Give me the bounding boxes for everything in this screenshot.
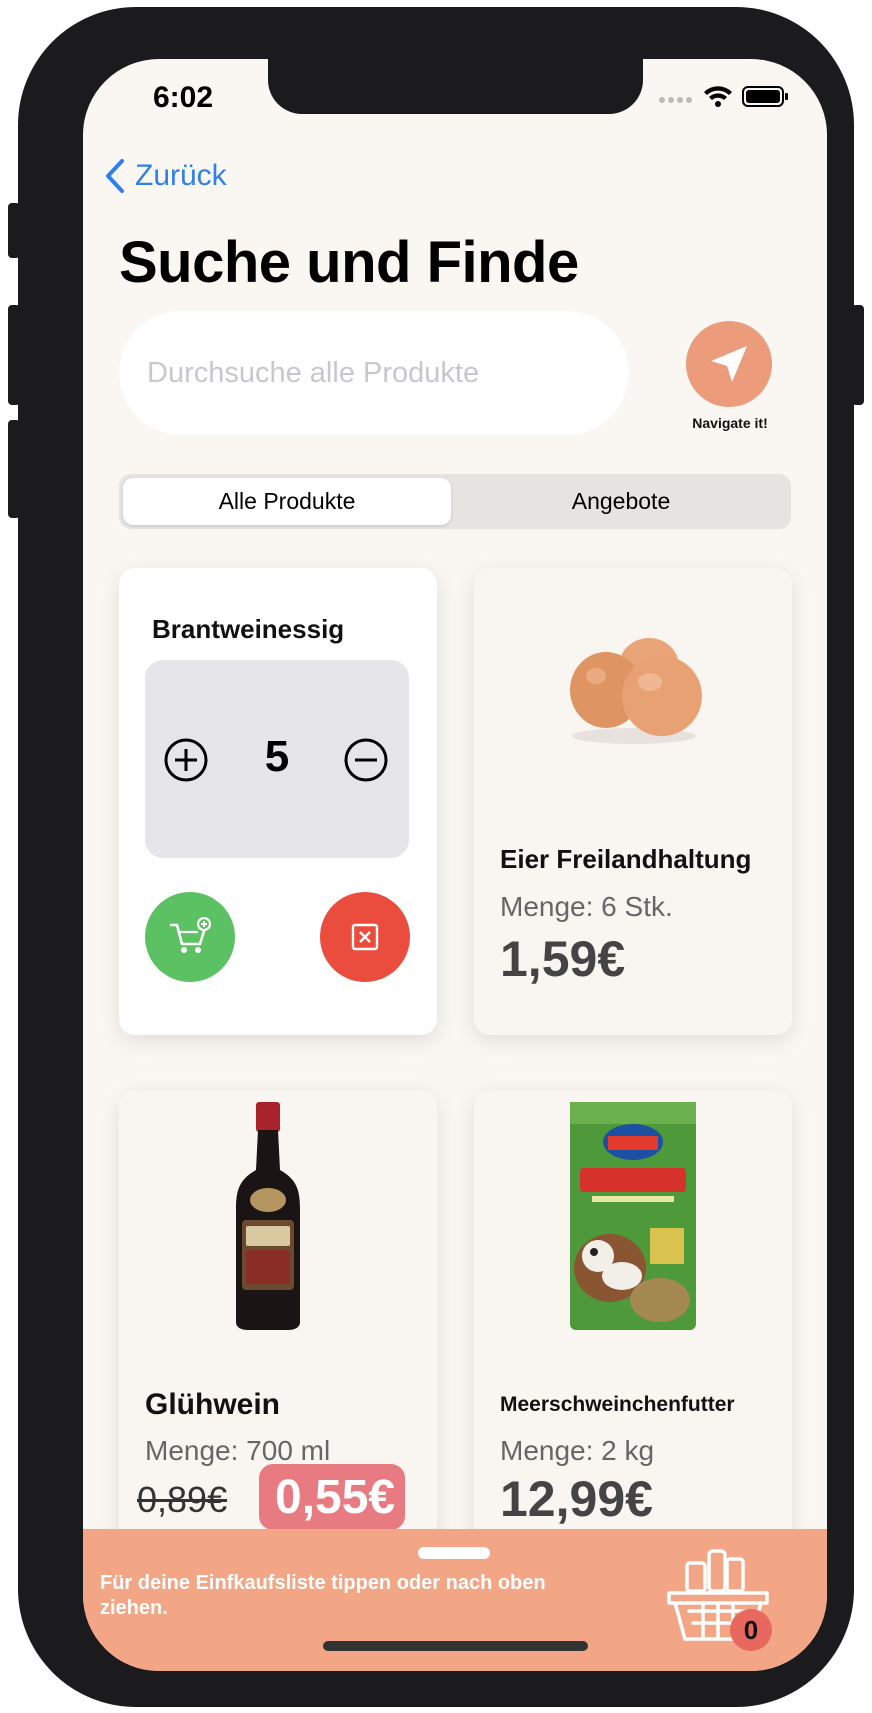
product-name: Eier Freilandhaltung — [500, 844, 752, 874]
page-title: Suche und Finde — [119, 230, 579, 295]
location-arrow-icon — [711, 346, 747, 382]
back-button[interactable]: Zurück — [105, 159, 227, 193]
cart-count-badge: 0 — [730, 1609, 772, 1651]
product-card-gluehwein[interactable]: Glühwein Menge: 700 ml 0,89€ 0,55€ — [119, 1090, 437, 1557]
quantity-stepper: 5 — [145, 660, 409, 858]
product-card-meerschweinchenfutter[interactable]: Meerschweinchenfutter Menge: 2 kg 12,99€ — [474, 1090, 792, 1557]
plus-circle-icon[interactable] — [163, 737, 209, 783]
sheet-hint: Für deine Einfkaufsliste tippen oder nac… — [100, 1572, 546, 1619]
segmented-control: Alle Produkte Angebote — [119, 474, 791, 529]
app-screen: 6:02 Zurück Suche und Finde Durchsuche a… — [83, 59, 827, 1671]
minus-circle-icon[interactable] — [343, 737, 389, 783]
sale-price-badge: 0,55€ — [259, 1464, 405, 1530]
product-image-mulled-wine-bottle — [228, 1100, 308, 1332]
battery-icon — [742, 86, 788, 107]
product-price: 1,59€ — [500, 931, 626, 987]
sheet-drag-handle[interactable] — [418, 1547, 490, 1559]
sale-price: 0,55€ — [275, 1471, 396, 1524]
old-price: 0,89€ — [137, 1479, 228, 1520]
product-price: 12,99€ — [500, 1471, 653, 1527]
status-time: 6:02 — [153, 81, 214, 114]
shopping-list-sheet[interactable]: Für deine Einfkaufsliste tippen oder nac… — [83, 1529, 827, 1671]
notch — [268, 59, 643, 114]
navigate-button[interactable] — [686, 321, 772, 407]
status-icons — [657, 83, 797, 109]
quantity-value: 5 — [264, 732, 290, 781]
tab-offers[interactable]: Angebote — [455, 478, 787, 525]
close-square-icon — [351, 923, 379, 951]
product-name: Brantweinessig — [152, 614, 345, 644]
wifi-icon — [704, 86, 732, 107]
search-input[interactable]: Durchsuche alle Produkte — [119, 311, 629, 435]
phone-frame: 6:02 Zurück Suche und Finde Durchsuche a… — [18, 7, 854, 1707]
search-placeholder: Durchsuche alle Produkte — [147, 357, 480, 389]
product-amount: Menge: 700 ml — [145, 1435, 331, 1466]
remove-item-button[interactable] — [320, 892, 410, 982]
product-card-eier[interactable]: Eier Freilandhaltung Menge: 6 Stk. 1,59€ — [474, 568, 792, 1035]
product-amount: Menge: 6 Stk. — [500, 891, 673, 922]
back-label: Zurück — [135, 159, 227, 192]
chevron-left-icon — [106, 159, 124, 193]
product-name: Meerschweinchenfutter — [500, 1393, 735, 1416]
signal-icon — [659, 97, 692, 103]
cart-add-icon — [169, 917, 212, 953]
home-indicator — [323, 1641, 588, 1651]
product-name: Glühwein — [145, 1388, 280, 1421]
product-image-guinea-pig-food-bag — [568, 1100, 698, 1332]
tab-all-products[interactable]: Alle Produkte — [123, 478, 451, 525]
navigate-label: Navigate it! — [692, 415, 768, 431]
product-amount: Menge: 2 kg — [500, 1435, 655, 1466]
add-to-cart-button[interactable] — [145, 892, 235, 982]
product-card-brantweinessig[interactable]: Brantweinessig 5 — [119, 568, 437, 1035]
product-image-eggs — [554, 628, 714, 748]
